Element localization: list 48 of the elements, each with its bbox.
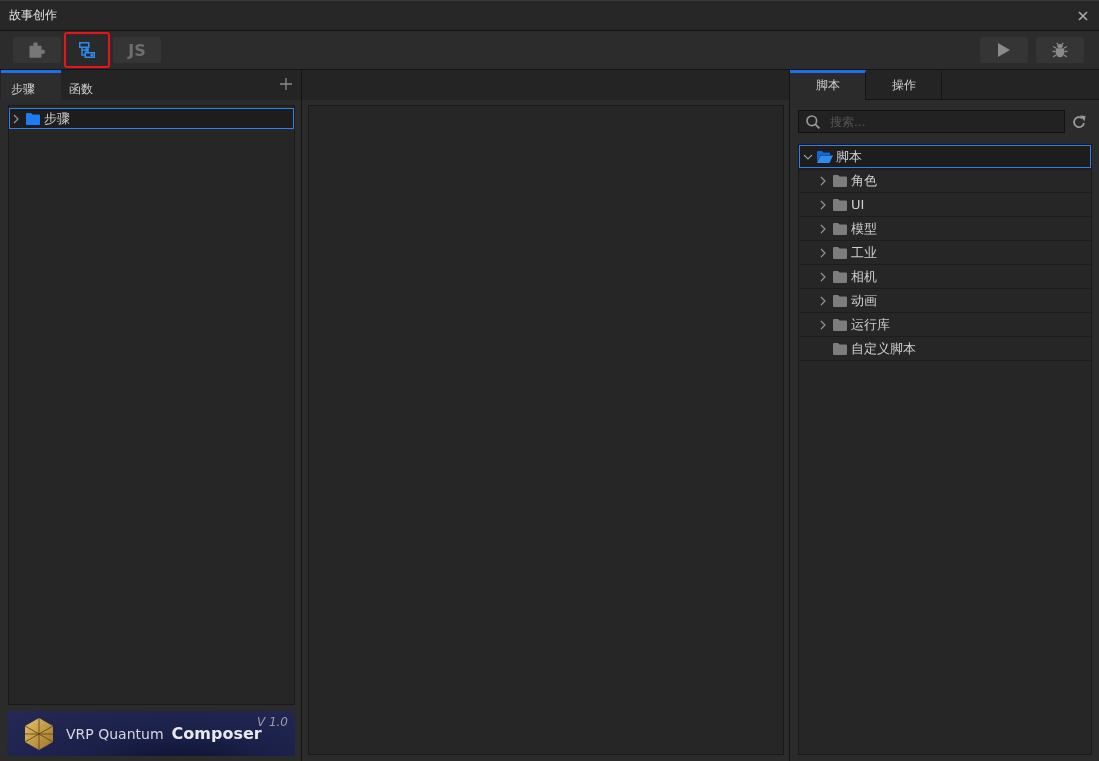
folder-icon — [833, 294, 847, 307]
tree-item[interactable]: 工业 — [799, 241, 1091, 265]
close-icon[interactable] — [1078, 10, 1088, 21]
tab[interactable]: 步骤 — [1, 70, 61, 100]
folder-icon — [833, 246, 847, 259]
chevron-right-icon[interactable] — [820, 175, 826, 186]
play-icon — [998, 43, 1010, 57]
tree-item[interactable]: 步骤 — [9, 108, 294, 129]
version-label: V 1.0 — [256, 715, 288, 729]
tab[interactable]: 函数 — [62, 70, 122, 100]
tree-item[interactable]: 脚本 — [799, 145, 1091, 169]
tree-item[interactable]: 运行库 — [799, 313, 1091, 337]
tree-item[interactable]: 动画 — [799, 289, 1091, 313]
puzzle-button[interactable] — [13, 37, 61, 63]
tree-item[interactable]: 模型 — [799, 217, 1091, 241]
add-icon[interactable] — [280, 78, 292, 90]
chevron-right-icon[interactable] — [13, 113, 19, 124]
tree-item[interactable]: UI — [799, 193, 1091, 217]
folder-icon — [833, 342, 847, 355]
hierarchy-button[interactable] — [64, 32, 110, 68]
chevron-right-icon[interactable] — [820, 319, 826, 330]
tree-item[interactable]: 角色 — [799, 169, 1091, 193]
tree-item[interactable]: 自定义脚本 — [799, 337, 1091, 361]
refresh-icon[interactable] — [1072, 114, 1086, 129]
chevron-right-icon[interactable] — [820, 223, 826, 234]
folder-icon — [833, 270, 847, 283]
product-name: VRP Quantum — [66, 725, 164, 742]
run-button[interactable] — [980, 37, 1028, 63]
hexagon-logo-icon — [25, 717, 53, 750]
folder-icon — [26, 112, 40, 125]
tree-item[interactable]: 相机 — [799, 265, 1091, 289]
bug-icon — [1052, 42, 1068, 58]
folder-icon — [833, 222, 847, 235]
hierarchy-icon — [79, 42, 95, 58]
folder-icon — [833, 318, 847, 331]
chevron-right-icon[interactable] — [820, 199, 826, 210]
folder-icon — [833, 198, 847, 211]
chevron-right-icon[interactable] — [820, 271, 826, 282]
folder-open-icon — [817, 150, 833, 163]
chevron-down-icon[interactable] — [803, 153, 813, 160]
debug-button[interactable] — [1036, 37, 1084, 63]
folder-icon — [833, 174, 847, 187]
window-title: 故事创作 — [9, 7, 57, 24]
search-icon — [806, 115, 820, 129]
tab[interactable]: 脚本 — [790, 70, 866, 100]
puzzle-icon — [29, 42, 45, 58]
chevron-right-icon[interactable] — [820, 247, 826, 258]
chevron-right-icon[interactable] — [820, 295, 826, 306]
